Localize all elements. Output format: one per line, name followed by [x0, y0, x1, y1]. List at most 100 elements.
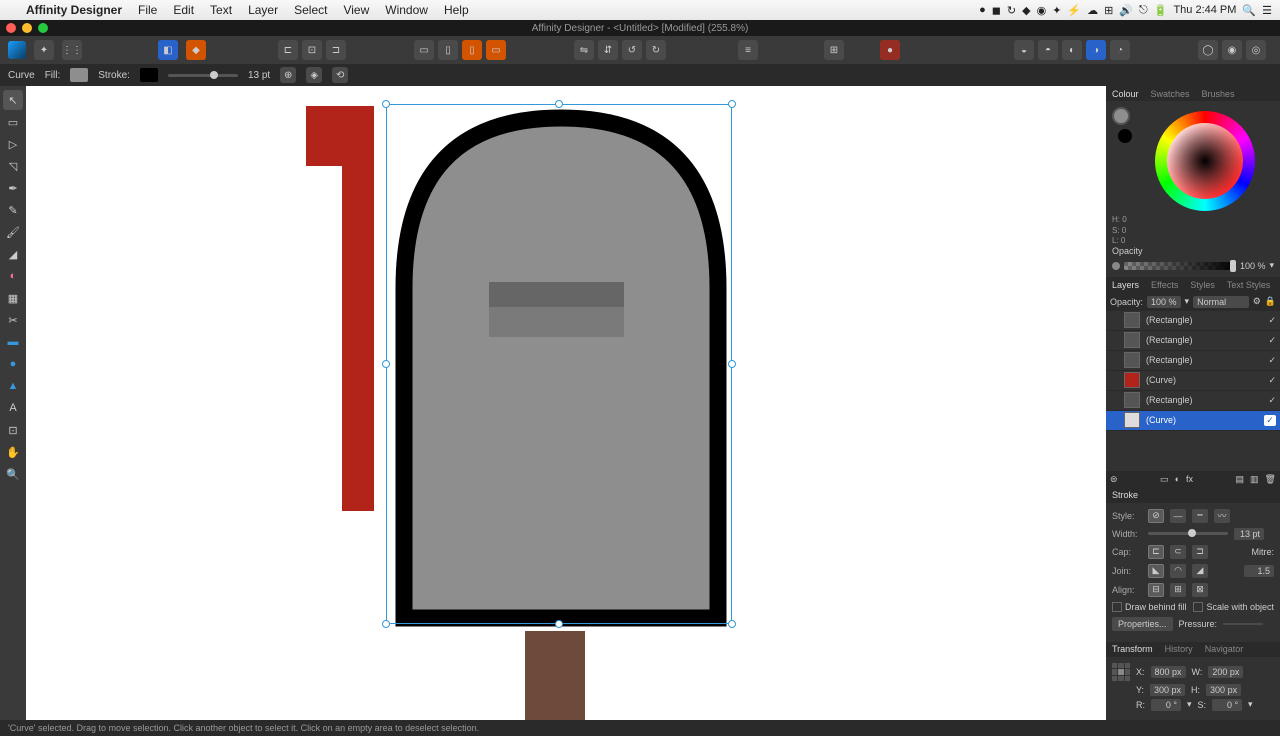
stroke-width-field[interactable]: 13 pt [1234, 528, 1264, 540]
visibility-check[interactable]: ✓ [1268, 375, 1276, 386]
status-menu-icon[interactable]: ☰ [1262, 4, 1272, 17]
add-pixel-icon[interactable]: ▥ [1250, 474, 1259, 485]
order-backward-button[interactable]: ▯ [438, 40, 458, 60]
ellipse-tool[interactable]: ● [3, 354, 23, 374]
align-inside[interactable]: ⊞ [1170, 583, 1186, 597]
draw-behind-check[interactable]: Draw behind fill [1112, 602, 1187, 612]
colour-tab[interactable]: Colour [1106, 89, 1145, 99]
stroke-style-solid[interactable]: — [1170, 509, 1186, 523]
s-dropdown-icon[interactable]: ▾ [1248, 699, 1253, 710]
align-right-button[interactable]: ⊐ [326, 40, 346, 60]
layer-fx-icon[interactable]: fx [1186, 474, 1193, 485]
styles-tab[interactable]: Styles [1184, 280, 1221, 290]
snap-button[interactable]: ◆ [186, 40, 206, 60]
sel-handle-tr[interactable] [728, 100, 736, 108]
rectangle-tool[interactable]: ▬ [3, 332, 23, 352]
boolean-subtract-button[interactable]: ◓ [1038, 40, 1058, 60]
fill-swatch[interactable] [70, 68, 88, 82]
pen-tool[interactable]: ✒ [3, 178, 23, 198]
align-outside[interactable]: ⊠ [1192, 583, 1208, 597]
properties-button[interactable]: Properties... [1112, 617, 1173, 631]
stroke-circle[interactable] [1118, 129, 1132, 143]
status-dot-icon[interactable]: ◉ [1037, 4, 1047, 17]
hide-selection-button[interactable]: ◈ [306, 67, 322, 83]
pencil-tool[interactable]: ✎ [3, 200, 23, 220]
transparency-tool[interactable]: ◐ [3, 266, 23, 286]
place-tool[interactable]: ▦ [3, 288, 23, 308]
menu-select[interactable]: Select [286, 3, 335, 17]
order-back-button[interactable]: ▭ [414, 40, 434, 60]
grid-button[interactable]: ⊞ [824, 40, 844, 60]
add-layer-icon[interactable]: ▤ [1236, 474, 1245, 485]
brush-tool[interactable]: 🖌 [3, 222, 23, 242]
layer-item[interactable]: (Curve)✓ [1106, 411, 1280, 431]
distribute-button[interactable]: ≡ [738, 40, 758, 60]
layer-gear-icon[interactable]: ⚙ [1253, 296, 1261, 307]
pan-tool[interactable]: ✋ [3, 442, 23, 462]
x-field[interactable]: 800 px [1151, 666, 1186, 678]
align-center-button[interactable]: ⊡ [302, 40, 322, 60]
cap-butt[interactable]: ⊏ [1148, 545, 1164, 559]
status-diamond-icon[interactable]: ◆ [1022, 4, 1030, 17]
visibility-check[interactable]: ✓ [1264, 415, 1276, 426]
reset-box-button[interactable]: ⟲ [332, 67, 348, 83]
layer-mask-icon[interactable]: ▭ [1160, 474, 1169, 485]
status-cloud-icon[interactable]: ☁ [1087, 4, 1098, 17]
layer-item[interactable]: (Rectangle)✓ [1106, 351, 1280, 371]
stroke-style-dash[interactable]: ┅ [1192, 509, 1208, 523]
opacity-slider[interactable] [1124, 262, 1236, 270]
r-dropdown-icon[interactable]: ▾ [1187, 699, 1192, 710]
app-menu[interactable]: Affinity Designer [18, 3, 130, 17]
scale-with-check[interactable]: Scale with object [1193, 602, 1274, 612]
textstyles-tab[interactable]: Text Styles [1221, 280, 1277, 290]
h-field[interactable]: 300 px [1206, 684, 1241, 696]
visibility-check[interactable]: ✓ [1268, 355, 1276, 366]
stroke-style-brush[interactable]: 〰 [1214, 509, 1230, 523]
layer-adjust-icon[interactable]: ◐ [1175, 474, 1180, 485]
status-refresh-icon[interactable]: ↻ [1007, 4, 1016, 17]
hsl-wheel[interactable] [1155, 111, 1255, 211]
menu-edit[interactable]: Edit [165, 3, 202, 17]
menu-text[interactable]: Text [202, 3, 240, 17]
stroke-swatch[interactable] [140, 68, 158, 82]
join-bevel[interactable]: ◢ [1192, 564, 1208, 578]
menu-file[interactable]: File [130, 3, 165, 17]
sel-handle-ml[interactable] [382, 360, 390, 368]
layer-item[interactable]: (Rectangle)✓ [1106, 311, 1280, 331]
sel-handle-br[interactable] [728, 620, 736, 628]
order-front-button[interactable]: ▭ [486, 40, 506, 60]
cap-square[interactable]: ⊐ [1192, 545, 1208, 559]
status-wifi-icon[interactable]: ⎋ [1139, 4, 1148, 17]
cap-round[interactable]: ⊂ [1170, 545, 1186, 559]
persona-pixel-button[interactable]: ⋮⋮ [62, 40, 82, 60]
zoom-tool[interactable]: 🔍 [3, 464, 23, 484]
status-clock[interactable]: Thu 2:44 PM [1173, 4, 1236, 16]
sel-handle-tm[interactable] [555, 100, 563, 108]
history-tab[interactable]: History [1159, 644, 1199, 654]
layers-tab[interactable]: Layers [1106, 280, 1145, 290]
visibility-check[interactable]: ✓ [1268, 395, 1276, 406]
account-button[interactable]: ◎ [1246, 40, 1266, 60]
status-star-icon[interactable]: ✦ [1052, 4, 1061, 17]
layer-item[interactable]: (Rectangle)✓ [1106, 391, 1280, 411]
persona-designer-button[interactable]: ✦ [34, 40, 54, 60]
minimize-button[interactable] [22, 23, 32, 33]
status-search-icon[interactable]: 🔍 [1242, 4, 1256, 17]
sel-handle-mr[interactable] [728, 360, 736, 368]
menu-window[interactable]: Window [377, 3, 436, 17]
align-center[interactable]: ⊟ [1148, 583, 1164, 597]
order-forward-button[interactable]: ▯ [462, 40, 482, 60]
transform-tab[interactable]: Transform [1106, 644, 1159, 654]
stroke-style-none[interactable]: ⊘ [1148, 509, 1164, 523]
status-bolt-icon[interactable]: ⚡ [1067, 4, 1081, 17]
join-miter[interactable]: ◣ [1148, 564, 1164, 578]
zoom-button[interactable] [38, 23, 48, 33]
flip-h-button[interactable]: ⇋ [574, 40, 594, 60]
layer-lock-icon[interactable]: 🔒 [1265, 296, 1276, 307]
crop-tool[interactable]: ✂ [3, 310, 23, 330]
stroke-width-slider[interactable] [168, 74, 238, 77]
sel-handle-bl[interactable] [382, 620, 390, 628]
y-field[interactable]: 300 px [1150, 684, 1185, 696]
layer-link-icon[interactable]: ⊜ [1110, 474, 1118, 485]
menu-view[interactable]: View [335, 3, 377, 17]
